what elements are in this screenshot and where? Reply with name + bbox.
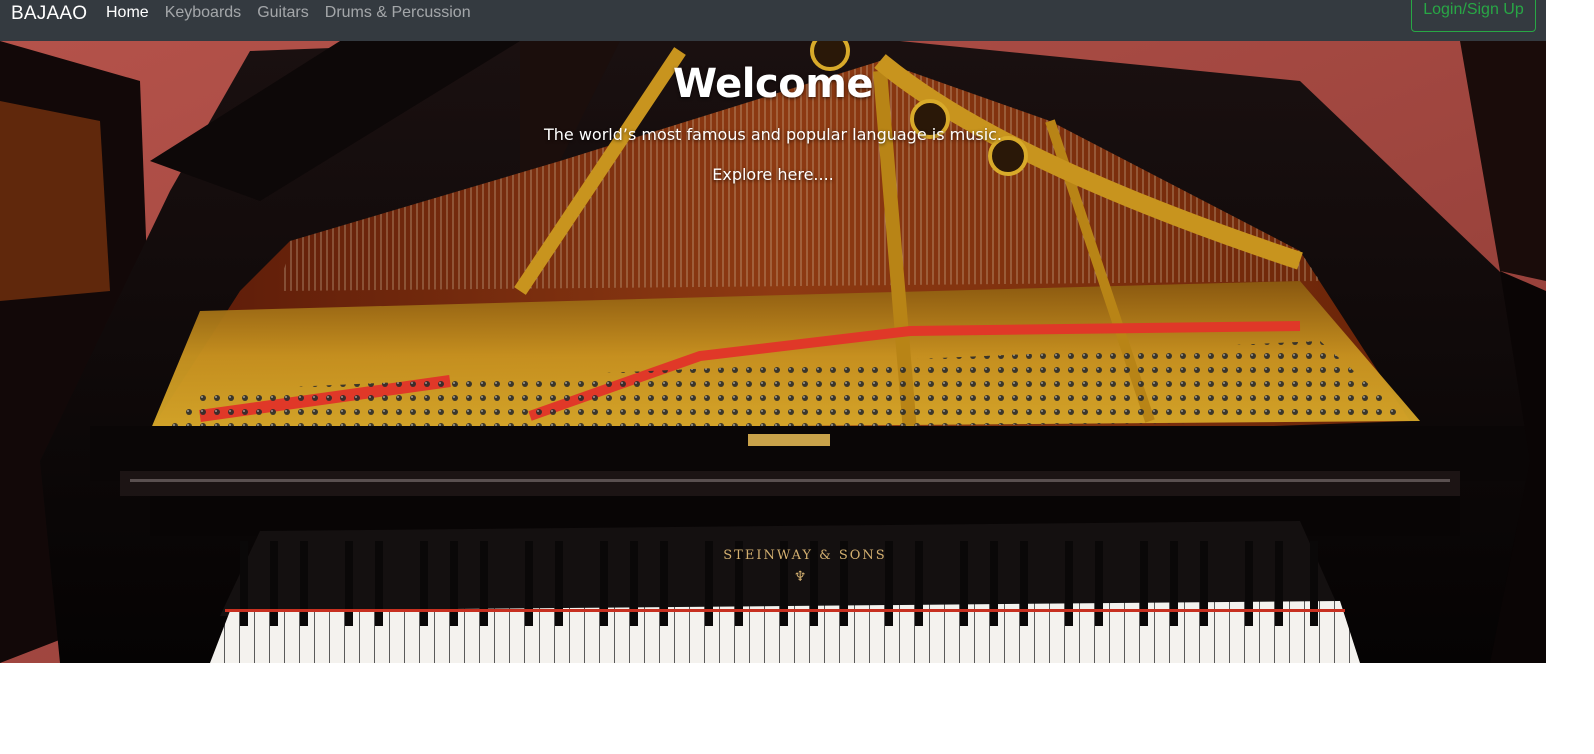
nav-link-home[interactable]: Home [106, 4, 149, 22]
nav-link-keyboards[interactable]: Keyboards [165, 4, 242, 22]
hero-carousel: STEINWAY & SONS ♆ Welcome The world’s mo… [0, 41, 1546, 663]
hero-tagline: The world’s most famous and popular lang… [543, 125, 1003, 144]
nav-link-drums-percussion[interactable]: Drums & Percussion [325, 4, 471, 22]
nav-links: Home Keyboards Guitars Drums & Percussio… [106, 4, 471, 22]
fallboard-brand-text: STEINWAY & SONS [723, 548, 886, 563]
hero-title: Welcome [672, 61, 874, 107]
lyre-icon: ♆ [794, 569, 807, 585]
nav-link-guitars[interactable]: Guitars [257, 4, 309, 22]
brand-logo[interactable]: BAJAAO [11, 3, 87, 25]
top-navbar: BAJAAO Home Keyboards Guitars Drums & Pe… [0, 0, 1546, 41]
login-signup-button[interactable]: Login/Sign Up [1411, 0, 1536, 32]
explore-link[interactable]: Explore here.... [0, 165, 1546, 184]
